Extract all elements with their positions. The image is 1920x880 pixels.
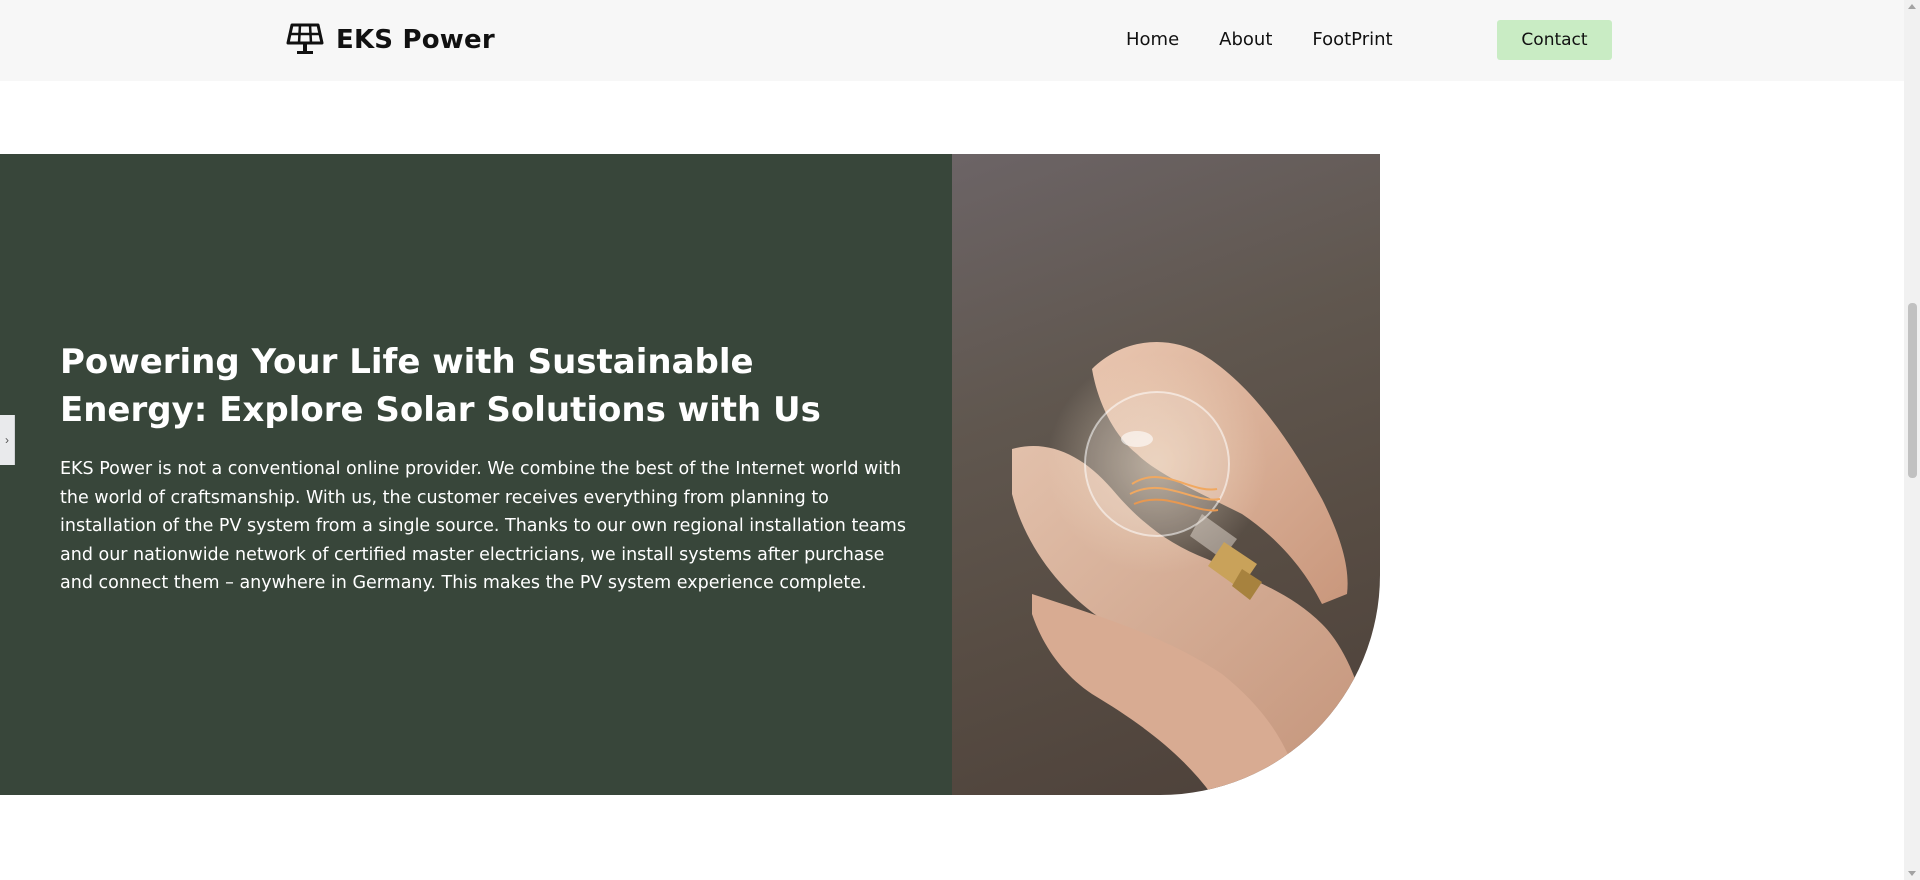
page-scrollbar[interactable] [1904,0,1920,880]
nav-footprint[interactable]: FootPrint [1312,28,1392,52]
hero-title: Powering Your Life with Sustainable Ener… [60,342,821,430]
scroll-down-arrow-icon[interactable] [1908,871,1916,876]
side-panel-toggle[interactable]: › [0,415,15,465]
nav-about[interactable]: About [1219,28,1272,52]
solar-panel-icon [286,23,324,57]
site-header: EKS Power Home About FootPrint Contact [0,0,1904,81]
scrollbar-thumb[interactable] [1908,303,1917,478]
brand-name: EKS Power [336,25,495,55]
brand-logo[interactable]: EKS Power [286,22,495,58]
hero-description: EKS Power is not a conventional online p… [60,459,906,593]
contact-button[interactable]: Contact [1497,20,1612,60]
main-nav: Home About FootPrint [1126,28,1433,52]
hero-image-lightbulb [952,154,1380,795]
scroll-up-arrow-icon[interactable] [1908,4,1916,9]
nav-home[interactable]: Home [1126,28,1179,52]
page: EKS Power Home About FootPrint Contact P… [0,0,1920,880]
chevron-right-icon: › [5,433,9,447]
